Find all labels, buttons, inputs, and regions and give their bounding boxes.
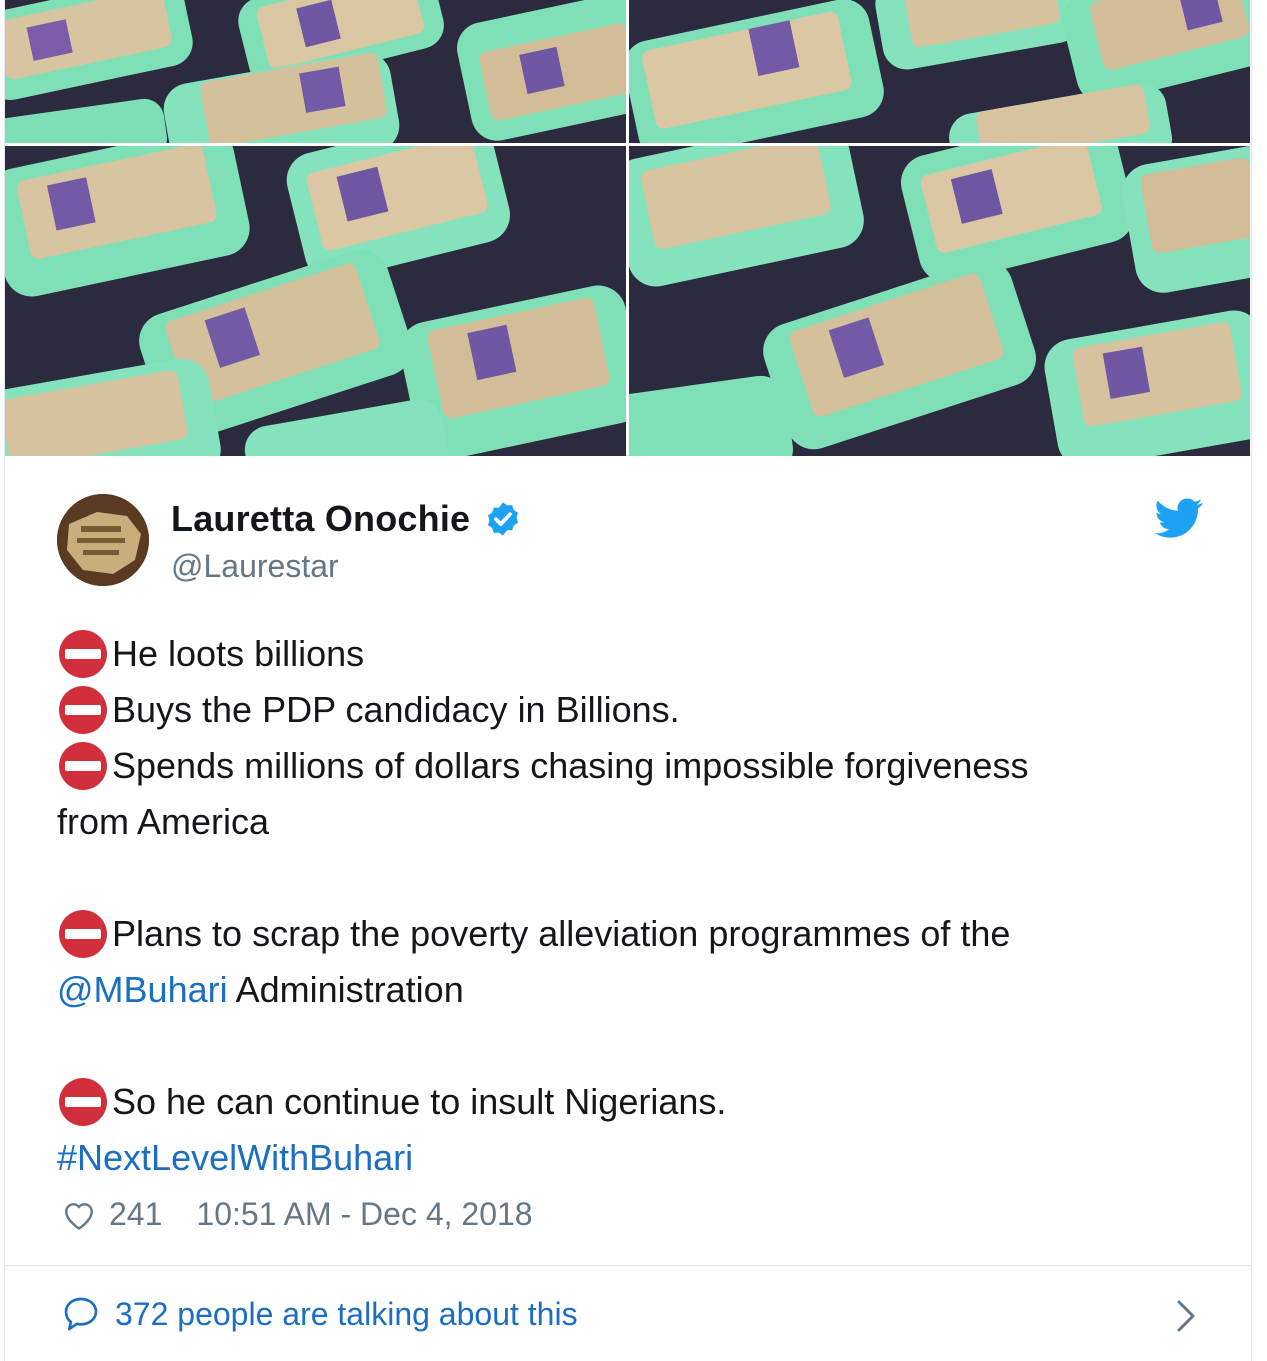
tweet-line-text: Administration [227,969,464,1010]
no-entry-icon [59,742,107,790]
tweet-line: #NextLevelWithBuhari [57,1130,1177,1186]
no-entry-icon [59,686,107,734]
media-grid [5,0,1251,456]
like-count[interactable]: 241 [109,1196,162,1233]
tweet-text: He loots billions Buys the PDP candidacy… [57,626,1177,1186]
mention-link[interactable]: @MBuhari [57,962,228,1018]
photo-4[interactable] [629,146,1250,456]
tweet-timestamp[interactable]: 10:51 AM - Dec 4, 2018 [196,1196,532,1233]
paragraph-break [57,1018,1177,1074]
tweet-line-text: Spends millions of dollars chasing impos… [112,745,1029,786]
paragraph-break [57,850,1177,906]
tweet-line: Buys the PDP candidacy in Billions. [57,682,1177,738]
avatar[interactable] [57,494,149,586]
tweet-line-text: Plans to scrap the poverty alleviation p… [112,913,1011,954]
verified-badge-icon [488,502,519,536]
photo-2[interactable] [629,0,1250,143]
conversation-count-text: 372 people are talking about this [115,1295,578,1332]
heart-icon[interactable] [61,1197,97,1233]
twitter-bird-icon[interactable] [1155,494,1203,542]
photo-3[interactable] [5,146,626,456]
hashtag-link[interactable]: #NextLevelWithBuhari [57,1130,413,1186]
tweet-line: Plans to scrap the poverty alleviation p… [57,906,1177,962]
tweet-line-text: from America [57,801,270,842]
tweet-meta: 241 10:51 AM - Dec 4, 2018 [61,1196,533,1233]
author-display-name[interactable]: Lauretta Onochie [171,498,470,540]
no-entry-icon [59,630,107,678]
tweet-line: @MBuhari Administration [57,962,1177,1018]
tweet-line-text: He loots billions [112,633,365,674]
chevron-right-icon[interactable] [1171,1296,1201,1336]
tweet-line-text: Buys the PDP candidacy in Billions. [112,689,680,730]
author-handle[interactable]: @Laurestar [171,548,339,585]
no-entry-icon [59,910,107,958]
tweet-line: from America [57,794,1177,850]
divider [5,1265,1251,1266]
tweet-line: So he can continue to insult Nigerians. [57,1074,1177,1130]
embedded-tweet-card: Lauretta Onochie @Laurestar He loots bil… [4,0,1252,1361]
tweet-line: Spends millions of dollars chasing impos… [57,738,1177,794]
conversation-link[interactable]: 372 people are talking about this [61,1294,578,1334]
speech-bubble-icon [64,1297,98,1331]
tweet-line: He loots billions [57,626,1177,682]
author-name-row: Lauretta Onochie [171,498,522,540]
no-entry-icon [59,1078,107,1126]
photo-1[interactable] [5,0,626,143]
tweet-line-text: So he can continue to insult Nigerians. [112,1081,727,1122]
